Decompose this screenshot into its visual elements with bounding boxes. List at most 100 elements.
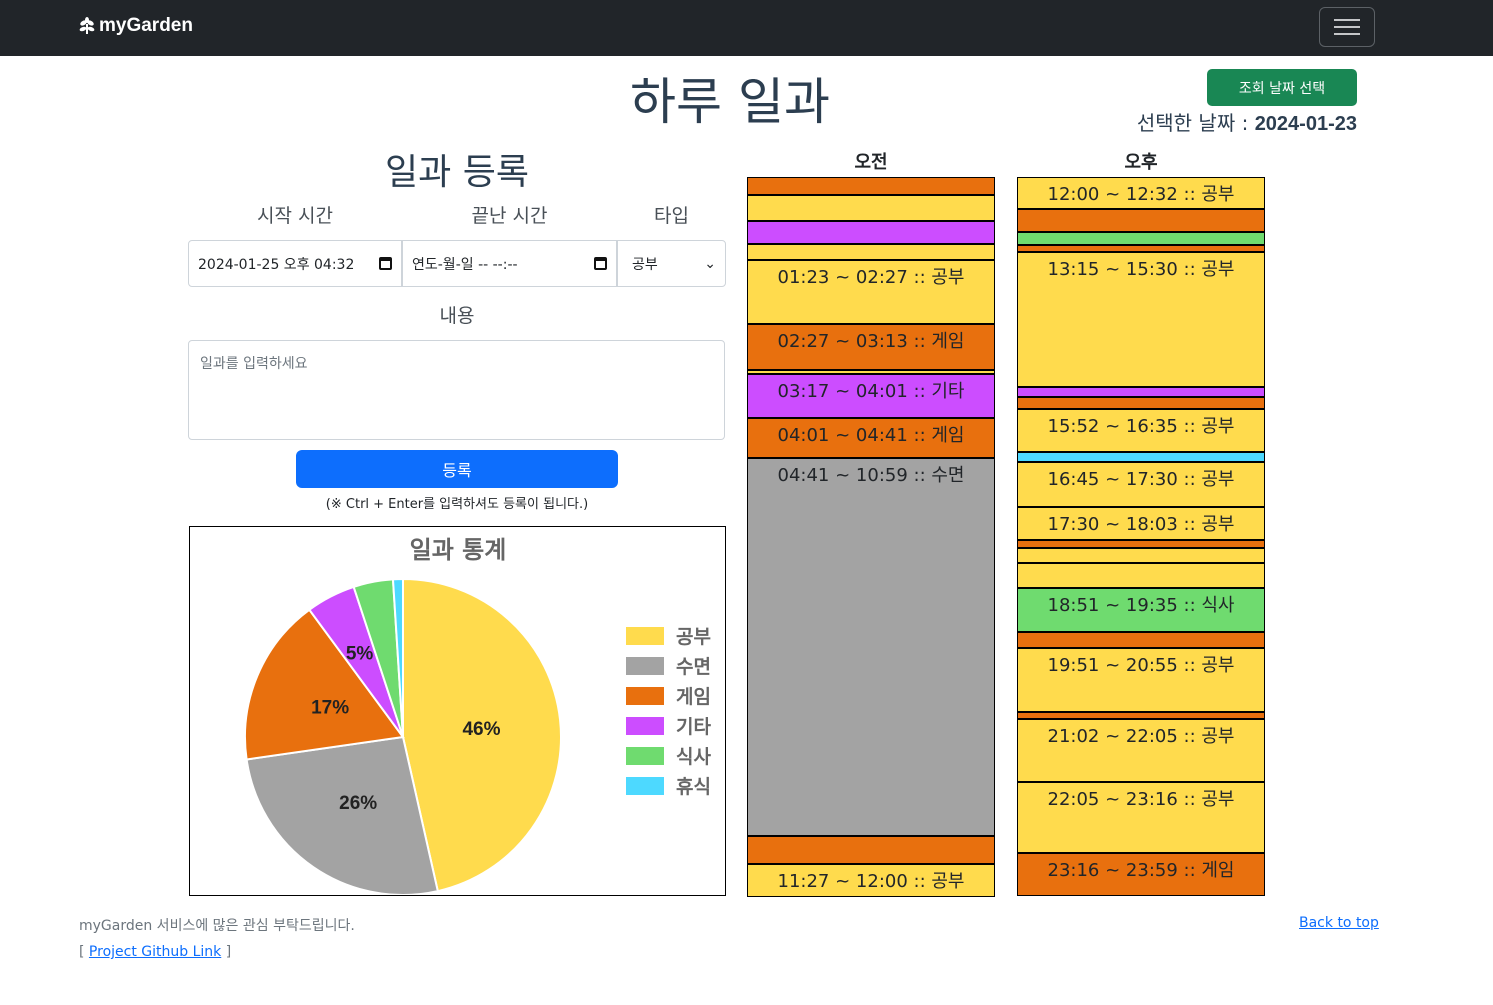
navbar: myGarden xyxy=(0,0,1493,56)
brand-link[interactable]: myGarden xyxy=(79,15,193,37)
schedule-block[interactable]: 04:01 ~ 04:41 :: 게임 xyxy=(747,418,995,458)
schedule-block[interactable]: 19:51 ~ 20:55 :: 공부 xyxy=(1017,648,1265,713)
schedule-block[interactable] xyxy=(1017,451,1265,462)
legend-swatch xyxy=(626,747,664,765)
legend-swatch xyxy=(626,777,664,795)
select-date-button[interactable]: 조회 날짜 선택 xyxy=(1207,69,1357,106)
schedule-block-label: 21:02 ~ 22:05 :: 공부 xyxy=(1047,725,1235,747)
footer-message: myGarden 서비스에 많은 관심 부탁드립니다. xyxy=(79,918,355,934)
schedule-block[interactable] xyxy=(747,835,995,864)
selected-date-display: 선택한 날짜 : 2024-01-23 xyxy=(1000,107,1357,136)
schedule-block-label: 15:52 ~ 16:35 :: 공부 xyxy=(1047,416,1235,438)
schedule-block[interactable]: 21:02 ~ 22:05 :: 공부 xyxy=(1017,718,1265,782)
end-time-value: 연도-월-일 -- --:-- xyxy=(412,256,518,273)
schedule-block[interactable] xyxy=(1017,712,1265,719)
schedule-block[interactable] xyxy=(1017,540,1265,548)
leaf-logo-icon xyxy=(79,17,95,34)
schedule-block[interactable] xyxy=(747,177,995,195)
schedule-block[interactable] xyxy=(1017,232,1265,245)
chevron-down-icon: ⌄ xyxy=(704,255,716,272)
legend-label[interactable]: 기타 xyxy=(676,716,711,738)
am-timeline: 01:23 ~ 02:27 :: 공부02:27 ~ 03:13 :: 게임03… xyxy=(747,177,995,897)
hamburger-menu-icon xyxy=(1334,19,1360,21)
schedule-block-label: 19:51 ~ 20:55 :: 공부 xyxy=(1047,655,1235,676)
pm-column-header: 오후 xyxy=(1124,152,1158,173)
pie-value-label: 5% xyxy=(346,644,374,665)
legend-label[interactable]: 게임 xyxy=(676,686,711,708)
calendar-icon[interactable] xyxy=(379,257,392,270)
schedule-block[interactable]: 11:27 ~ 12:00 :: 공부 xyxy=(747,864,995,897)
schedule-block[interactable]: 13:15 ~ 15:30 :: 공부 xyxy=(1017,252,1265,387)
bracket-open: [ xyxy=(79,944,89,960)
schedule-block[interactable]: 04:41 ~ 10:59 :: 수면 xyxy=(747,457,995,836)
back-to-top-link[interactable]: Back to top xyxy=(1299,915,1379,931)
pie-slice-2 xyxy=(245,735,440,896)
schedule-block[interactable]: 02:27 ~ 03:13 :: 게임 xyxy=(747,324,995,371)
type-select-value: 공부 xyxy=(632,256,658,273)
schedule-block[interactable]: 23:16 ~ 23:59 :: 게임 xyxy=(1017,853,1265,896)
schedule-block[interactable]: 16:45 ~ 17:30 :: 공부 xyxy=(1017,462,1265,507)
type-select[interactable]: 공부 ⌄ xyxy=(617,240,726,287)
legend-label[interactable]: 휴식 xyxy=(676,776,711,798)
hamburger-menu-button[interactable] xyxy=(1319,7,1375,47)
github-link[interactable]: Project Github Link xyxy=(89,944,221,960)
schedule-block-label: 11:27 ~ 12:00 :: 공부 xyxy=(777,871,965,892)
schedule-block[interactable] xyxy=(747,195,995,221)
schedule-block[interactable]: 01:23 ~ 02:27 :: 공부 xyxy=(747,259,995,324)
end-time-input[interactable]: 연도-월-일 -- --:-- xyxy=(402,240,617,287)
schedule-block[interactable]: 12:00 ~ 12:32 :: 공부 xyxy=(1017,177,1265,209)
start-time-input[interactable]: 2024-01-25 오후 04:32 xyxy=(188,240,402,287)
schedule-block-label: 02:27 ~ 03:13 :: 게임 xyxy=(777,331,965,352)
schedule-block-label: 16:45 ~ 17:30 :: 공부 xyxy=(1047,469,1235,490)
pie-value-label: 46% xyxy=(462,719,500,740)
schedule-block-label: 04:01 ~ 04:41 :: 게임 xyxy=(777,425,965,447)
start-time-label: 시작 시간 xyxy=(257,205,333,227)
hamburger-menu-icon-bar xyxy=(1334,33,1360,35)
schedule-block-label: 01:23 ~ 02:27 :: 공부 xyxy=(777,266,965,288)
chart-title: 일과 통계 xyxy=(410,536,507,564)
legend-swatch xyxy=(626,657,664,675)
brand-text: myGarden xyxy=(99,15,193,36)
content-label: 내용 xyxy=(439,305,475,327)
schedule-block[interactable] xyxy=(1017,547,1265,563)
schedule-block-label: 13:15 ~ 15:30 :: 공부 xyxy=(1047,259,1235,280)
register-button[interactable]: 등록 xyxy=(296,450,618,488)
schedule-block-label: 04:41 ~ 10:59 :: 수면 xyxy=(777,464,965,486)
schedule-block[interactable] xyxy=(1017,562,1265,588)
schedule-block[interactable] xyxy=(1017,244,1265,252)
legend-label[interactable]: 공부 xyxy=(676,626,711,648)
bracket-close: ] xyxy=(221,944,232,960)
legend-swatch xyxy=(626,717,664,735)
legend-label[interactable]: 수면 xyxy=(676,656,711,678)
schedule-block[interactable] xyxy=(747,244,995,260)
selected-date-value: 2024-01-23 xyxy=(1254,113,1357,135)
schedule-block[interactable] xyxy=(1017,397,1265,410)
content-placeholder: 일과를 입력하세요 xyxy=(200,356,308,372)
schedule-block[interactable] xyxy=(747,220,995,244)
schedule-block[interactable] xyxy=(1017,208,1265,232)
schedule-block[interactable]: 03:17 ~ 04:01 :: 기타 xyxy=(747,373,995,418)
start-time-value: 2024-01-25 오후 04:32 xyxy=(198,256,355,273)
schedule-block[interactable]: 22:05 ~ 23:16 :: 공부 xyxy=(1017,781,1265,853)
schedule-block[interactable] xyxy=(1017,387,1265,398)
content-textarea[interactable]: 일과를 입력하세요 xyxy=(188,340,725,440)
schedule-block-label: 18:51 ~ 19:35 :: 식사 xyxy=(1047,595,1235,616)
schedule-block-label: 03:17 ~ 04:01 :: 기타 xyxy=(777,380,965,402)
schedule-block[interactable]: 18:51 ~ 19:35 :: 식사 xyxy=(1017,588,1265,632)
schedule-block-label: 22:05 ~ 23:16 :: 공부 xyxy=(1047,788,1235,810)
schedule-block[interactable] xyxy=(1017,631,1265,648)
schedule-block[interactable]: 15:52 ~ 16:35 :: 공부 xyxy=(1017,409,1265,452)
legend-label[interactable]: 식사 xyxy=(676,746,711,768)
pie-value-label: 17% xyxy=(311,697,349,718)
selected-date-label: 선택한 날짜 : xyxy=(1136,111,1255,135)
pie-value-label: 26% xyxy=(339,793,377,814)
end-time-label: 끝난 시간 xyxy=(471,205,548,227)
schedule-block-label: 23:16 ~ 23:59 :: 게임 xyxy=(1047,860,1235,882)
schedule-block-label: 17:30 ~ 18:03 :: 공부 xyxy=(1047,514,1235,535)
schedule-block[interactable]: 17:30 ~ 18:03 :: 공부 xyxy=(1017,507,1265,540)
shortcut-hint: (※ Ctrl + Enter를 입력하셔도 등록이 됩니다.) xyxy=(325,497,589,512)
hamburger-menu-icon-bar xyxy=(1334,26,1360,28)
pm-timeline: 12:00 ~ 12:32 :: 공부13:15 ~ 15:30 :: 공부15… xyxy=(1017,177,1265,897)
calendar-icon[interactable] xyxy=(594,257,607,270)
stats-chart: 일과 통계 46% 26% 17% 5% 공부수면게임기타식사휴식 xyxy=(189,526,726,896)
